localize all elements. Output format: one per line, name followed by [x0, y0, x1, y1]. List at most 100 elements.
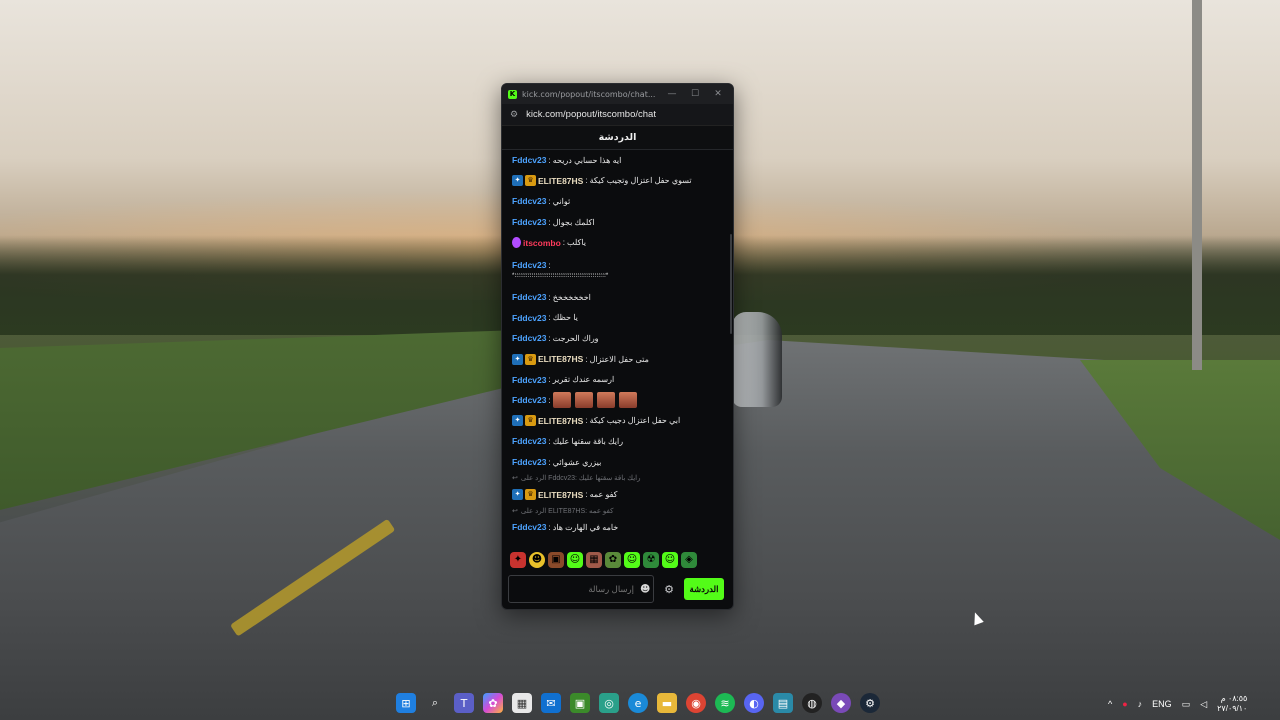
- chrome-icon[interactable]: ◉: [686, 693, 706, 713]
- obs-icon[interactable]: ◍: [802, 693, 822, 713]
- taskbar: ⊞ ⌕ T ✿ ▦ ✉ ▣ ◎ e ▬ ◉ ≋ ◐ ▤ ◍ ◆ ⚙ ^ ● ♪ …: [0, 688, 1280, 720]
- username[interactable]: Fddcv23: [512, 436, 547, 446]
- reply-preview[interactable]: ↩ الرد على Fddcv23: رايك باقة سقتها عليك: [512, 472, 725, 484]
- username[interactable]: ELITE87HS: [538, 354, 583, 364]
- username[interactable]: Fddcv23: [512, 217, 547, 227]
- store-icon[interactable]: ▦: [512, 693, 532, 713]
- emote-icon[interactable]: ▣: [548, 552, 564, 568]
- username[interactable]: Fddcv23: [512, 375, 547, 385]
- copilot-icon[interactable]: ✿: [483, 693, 503, 713]
- spotify-icon[interactable]: ≋: [715, 693, 735, 713]
- vip-badge-icon: ✦: [512, 353, 523, 365]
- emote-icon[interactable]: ☢: [643, 552, 659, 568]
- chat-message: ✦ ♛ ELITE87HS: كفو عمه: [512, 484, 725, 505]
- username[interactable]: Fddcv23: [512, 313, 547, 323]
- reply-text: الرد على Fddcv23: رايك باقة سقتها عليك: [520, 475, 641, 483]
- discord-icon[interactable]: ◐: [744, 693, 764, 713]
- chat-message: Fddcv23: ارسمه عندك تقرير: [512, 374, 615, 385]
- quick-emote-bar: ✦ ☻ ▣ ☺ ▦ ✿ ☺ ☢ ☺ ◈: [510, 550, 730, 570]
- car: [732, 312, 782, 407]
- username[interactable]: Fddcv23: [512, 457, 547, 467]
- message-text: اخخخخخخخ: [552, 292, 591, 302]
- emote-icon[interactable]: ☺: [567, 552, 583, 568]
- minecraft-icon[interactable]: ▣: [570, 693, 590, 713]
- username[interactable]: Fddcv23: [512, 155, 547, 165]
- chat-input[interactable]: [523, 584, 634, 594]
- chat-message: ✦ ♛ ELITE87HS: تسوي حفل اعتزال وتجيب كيك…: [512, 171, 725, 192]
- username[interactable]: Fddcv23: [512, 260, 547, 270]
- mic-tray-icon[interactable]: ♪: [1138, 699, 1143, 709]
- message-text: بيزري عشوائي: [552, 457, 602, 467]
- username[interactable]: Fddcv23: [512, 522, 547, 532]
- app-icon[interactable]: ▤: [773, 693, 793, 713]
- message-text: اكلمك بجوال: [552, 217, 595, 227]
- chat-scrollbar[interactable]: [730, 234, 732, 334]
- chat-message: Fddcv23: خامه في الهارت هاد: [512, 522, 619, 533]
- chevron-up-icon[interactable]: ^: [1108, 699, 1112, 709]
- emote-icon[interactable]: ☺: [624, 552, 640, 568]
- emote-icon[interactable]: ☻: [529, 552, 545, 568]
- url-text[interactable]: kick.com/popout/itscombo/chat: [526, 109, 656, 120]
- window-title: kick.com/popout/itscombo/chat...: [522, 89, 656, 99]
- username[interactable]: Fddcv23: [512, 333, 547, 343]
- message-text: تسوي حفل اعتزال وتجيب كيكة: [589, 176, 692, 186]
- maximize-button[interactable]: ☐: [686, 89, 704, 99]
- message-text: متى حفل الاعتزال: [589, 354, 649, 364]
- clock[interactable]: ٠٨:٥٥ م ٢٧/٠٩/١٠: [1217, 694, 1247, 714]
- clock-time: ٠٨:٥٥ م: [1220, 694, 1248, 703]
- outlook-icon[interactable]: ✉: [541, 693, 561, 713]
- message-text: كفو عمه: [589, 490, 618, 500]
- emote-icon[interactable]: ◈: [681, 552, 697, 568]
- username[interactable]: Fddcv23: [512, 292, 547, 302]
- volume-icon[interactable]: ◁: [1200, 699, 1207, 710]
- username[interactable]: ELITE87HS: [538, 176, 583, 186]
- close-button[interactable]: ✕: [709, 89, 727, 99]
- address-bar[interactable]: ⚙ kick.com/popout/itscombo/chat: [502, 104, 733, 126]
- kick-logo-icon: K: [508, 89, 517, 99]
- emote-icon[interactable]: ☺: [662, 552, 678, 568]
- edge-icon[interactable]: e: [628, 693, 648, 713]
- message-text: وراك الحرجت: [552, 333, 599, 343]
- chat-message: Fddcv23: اخخخخخخخ: [512, 292, 591, 303]
- display-icon[interactable]: ▭: [1182, 699, 1191, 710]
- message-text: ابي حفل اعتزال دجيب كيكة: [589, 416, 681, 426]
- search-icon[interactable]: ⌕: [425, 693, 445, 713]
- chat-message: Fddcv23: وراك الحرجت: [512, 333, 599, 344]
- crown-badge-icon: ♛: [525, 175, 536, 187]
- crown-badge-icon: ♛: [525, 489, 536, 501]
- chat-messages[interactable]: Fddcv23: ايه هذا حسابي دريحه ✦ ♛ ELITE87…: [502, 150, 733, 545]
- message-text: ياكلب: [567, 238, 586, 248]
- emote-icon[interactable]: ✦: [510, 552, 526, 568]
- username[interactable]: Fddcv23: [512, 196, 547, 206]
- chat-header: الدردشة: [502, 126, 733, 150]
- message-text: يا حظك: [552, 313, 578, 323]
- minimize-button[interactable]: —: [663, 89, 681, 99]
- emote-icon[interactable]: ▦: [586, 552, 602, 568]
- teams-icon[interactable]: T: [454, 693, 474, 713]
- emote-icon[interactable]: ✿: [605, 552, 621, 568]
- reply-arrow-icon: ↩: [512, 475, 518, 483]
- crown-badge-icon: ♛: [525, 415, 536, 427]
- username[interactable]: ELITE87HS: [538, 490, 583, 500]
- username[interactable]: ELITE87HS: [538, 416, 583, 426]
- send-button[interactable]: الدردشة: [684, 578, 724, 600]
- system-tray: ^ ● ♪ ENG ▭ ◁ ٠٨:٥٥ م ٢٧/٠٩/١٠: [1108, 694, 1247, 714]
- vip-badge-icon: ✦: [512, 415, 523, 427]
- chat-message: ✦ ♛ ELITE87HS: ابي حفل اعتزال دجيب كيكة: [512, 411, 725, 432]
- network-icon[interactable]: ◎: [599, 693, 619, 713]
- emoji-picker-icon[interactable]: ☻: [640, 584, 650, 595]
- file-explorer-icon[interactable]: ▬: [657, 693, 677, 713]
- username[interactable]: itscombo: [523, 238, 561, 248]
- language-indicator[interactable]: ENG: [1152, 699, 1172, 709]
- chat-settings-icon[interactable]: ⚙: [660, 583, 678, 596]
- chat-input-row: ☻ ⚙ الدردشة: [508, 575, 730, 603]
- steam-icon[interactable]: ⚙: [860, 693, 880, 713]
- chat-input-box[interactable]: ☻: [508, 575, 654, 603]
- username[interactable]: Fddcv23: [512, 395, 547, 405]
- tray-app-icon[interactable]: ●: [1122, 699, 1127, 709]
- site-settings-icon[interactable]: ⚙: [510, 110, 518, 120]
- title-bar[interactable]: K kick.com/popout/itscombo/chat... — ☐ ✕: [502, 84, 733, 104]
- windows-start-icon[interactable]: ⊞: [396, 693, 416, 713]
- reply-preview[interactable]: ↩ الرد على ELITE87HS: كفو عمه: [512, 505, 725, 517]
- game-icon[interactable]: ◆: [831, 693, 851, 713]
